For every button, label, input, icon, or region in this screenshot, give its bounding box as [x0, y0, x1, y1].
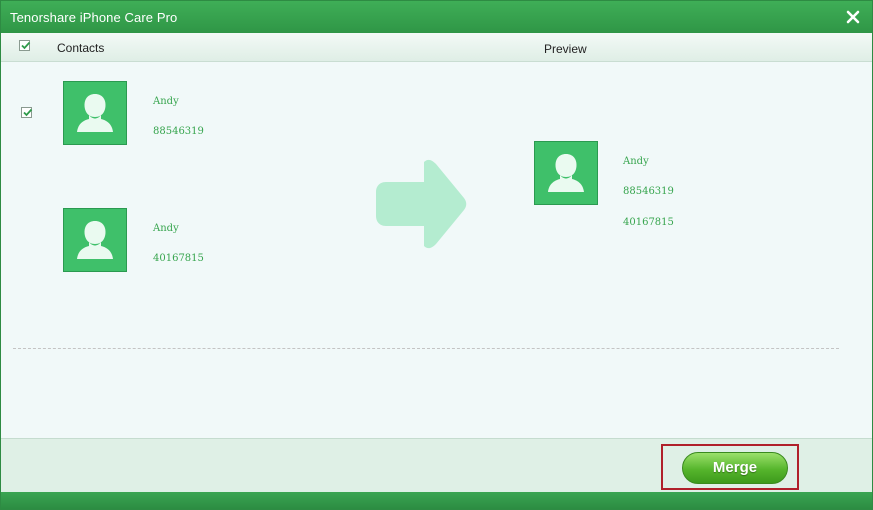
column-header: Contacts Preview: [1, 33, 872, 62]
merge-button[interactable]: Merge: [682, 452, 788, 484]
contact-name: Andy: [153, 223, 179, 234]
title-bar: Tenorshare iPhone Care Pro: [1, 1, 872, 33]
select-all-checkbox[interactable]: [19, 40, 31, 51]
check-icon: [21, 41, 31, 50]
right-arrow-icon: [376, 159, 467, 249]
contact-name: Andy: [153, 96, 179, 107]
contact-avatar: [63, 208, 127, 272]
preview-phone: 88546319: [623, 186, 674, 197]
bottom-bar: [1, 492, 872, 509]
contacts-column-label: Contacts: [57, 41, 105, 55]
preview-phone: 40167815: [623, 217, 674, 228]
preview-avatar: [534, 141, 598, 205]
preview-column-label: Preview: [544, 42, 587, 56]
person-silhouette-icon: [548, 154, 584, 192]
divider: [13, 348, 839, 349]
check-icon: [23, 108, 33, 117]
contact-checkbox[interactable]: [21, 107, 33, 118]
contacts-panel: Andy 88546319 Andy 40167815 Andy 8854631…: [1, 62, 872, 438]
close-button[interactable]: [844, 8, 862, 26]
close-icon: [846, 10, 860, 24]
preview-name: Andy: [623, 156, 649, 167]
contact-phone: 88546319: [153, 126, 204, 137]
contact-avatar: [63, 81, 127, 145]
contact-phone: 40167815: [153, 253, 204, 264]
merge-contacts-window: Tenorshare iPhone Care Pro Contacts Prev…: [0, 0, 873, 510]
footer-bar: Merge: [1, 438, 872, 492]
window-title: Tenorshare iPhone Care Pro: [10, 10, 178, 25]
person-silhouette-icon: [77, 221, 113, 259]
person-silhouette-icon: [77, 94, 113, 132]
